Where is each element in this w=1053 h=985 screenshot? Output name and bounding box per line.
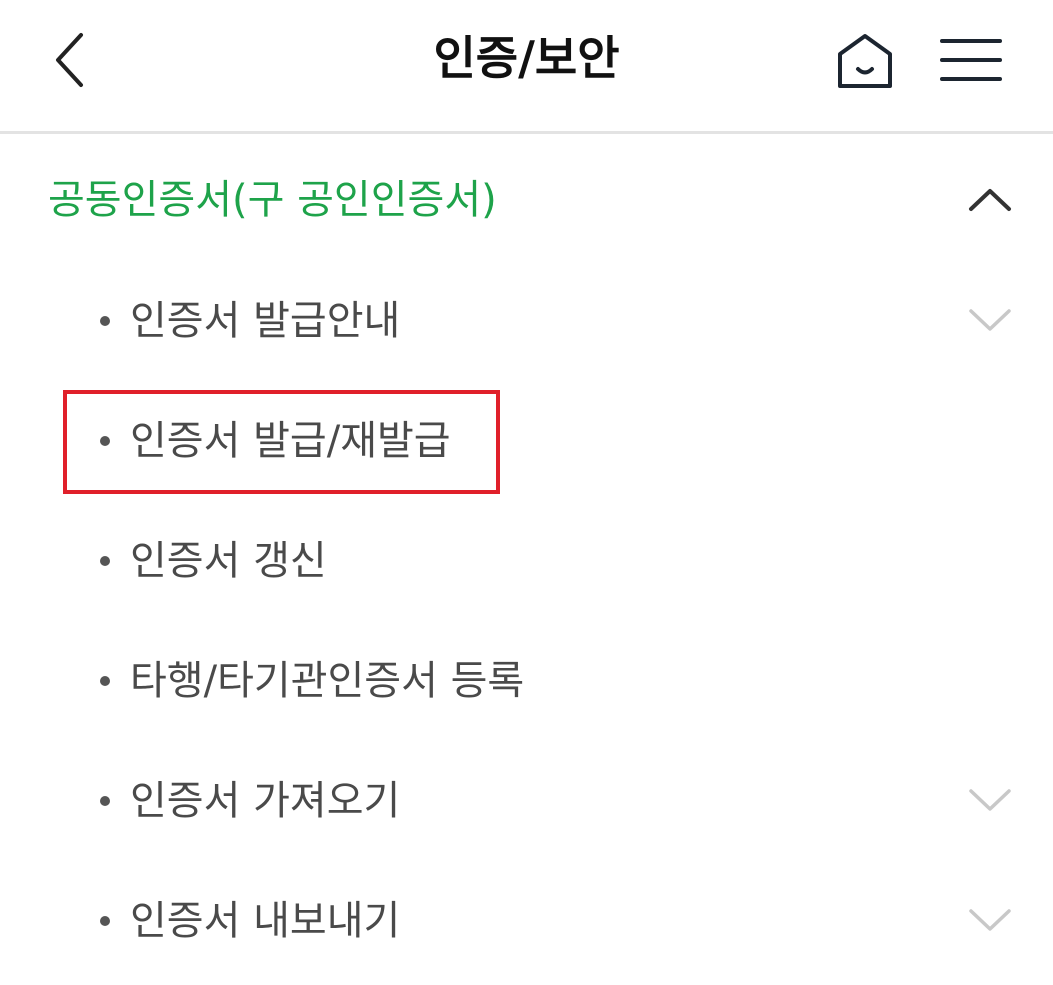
- menu-item-label: 타행/타기관인증서 등록: [130, 658, 525, 704]
- expand-submenu-button[interactable]: [962, 298, 1018, 342]
- chevron-down-icon: [969, 309, 1011, 331]
- bullet-dot: [100, 676, 110, 686]
- chevron-up-icon: [969, 189, 1011, 211]
- expand-submenu-button[interactable]: [962, 778, 1018, 822]
- home-icon: [838, 34, 892, 88]
- expand-submenu-button[interactable]: [962, 898, 1018, 942]
- bullet-dot: [100, 316, 110, 326]
- home-button[interactable]: [832, 28, 898, 94]
- menu-item-import[interactable]: 인증서 가져오기: [0, 742, 1053, 862]
- highlight-box: [63, 390, 500, 494]
- section-title: 공동인증서(구 공인인증서): [48, 177, 497, 223]
- menu-item-label: 인증서 갱신: [130, 538, 327, 584]
- menu-item-export[interactable]: 인증서 내보내기: [0, 862, 1053, 982]
- menu-item-label: 인증서 발급안내: [130, 298, 401, 344]
- menu-item-label: 인증서 가져오기: [130, 778, 401, 824]
- chevron-down-icon: [969, 909, 1011, 931]
- menu-button[interactable]: [935, 30, 1007, 90]
- section-collapse-button[interactable]: [960, 172, 1020, 228]
- section-header-certificate[interactable]: 공동인증서(구 공인인증서): [0, 150, 1053, 250]
- menu-item-register-other[interactable]: 타행/타기관인증서 등록: [0, 622, 1053, 742]
- menu-item-issue-guide[interactable]: 인증서 발급안내: [0, 262, 1053, 382]
- certificate-menu-list: 인증서 발급안내 인증서 발급/재발급 인증서 갱신 타행/타기관인증서 등록 …: [0, 262, 1053, 982]
- menu-item-renew[interactable]: 인증서 갱신: [0, 502, 1053, 622]
- bullet-dot: [100, 916, 110, 926]
- bullet-dot: [100, 556, 110, 566]
- hamburger-menu-icon: [940, 39, 1002, 81]
- bullet-dot: [100, 796, 110, 806]
- chevron-down-icon: [969, 789, 1011, 811]
- app-header: 인증/보안: [0, 0, 1053, 134]
- menu-item-label: 인증서 내보내기: [130, 898, 401, 944]
